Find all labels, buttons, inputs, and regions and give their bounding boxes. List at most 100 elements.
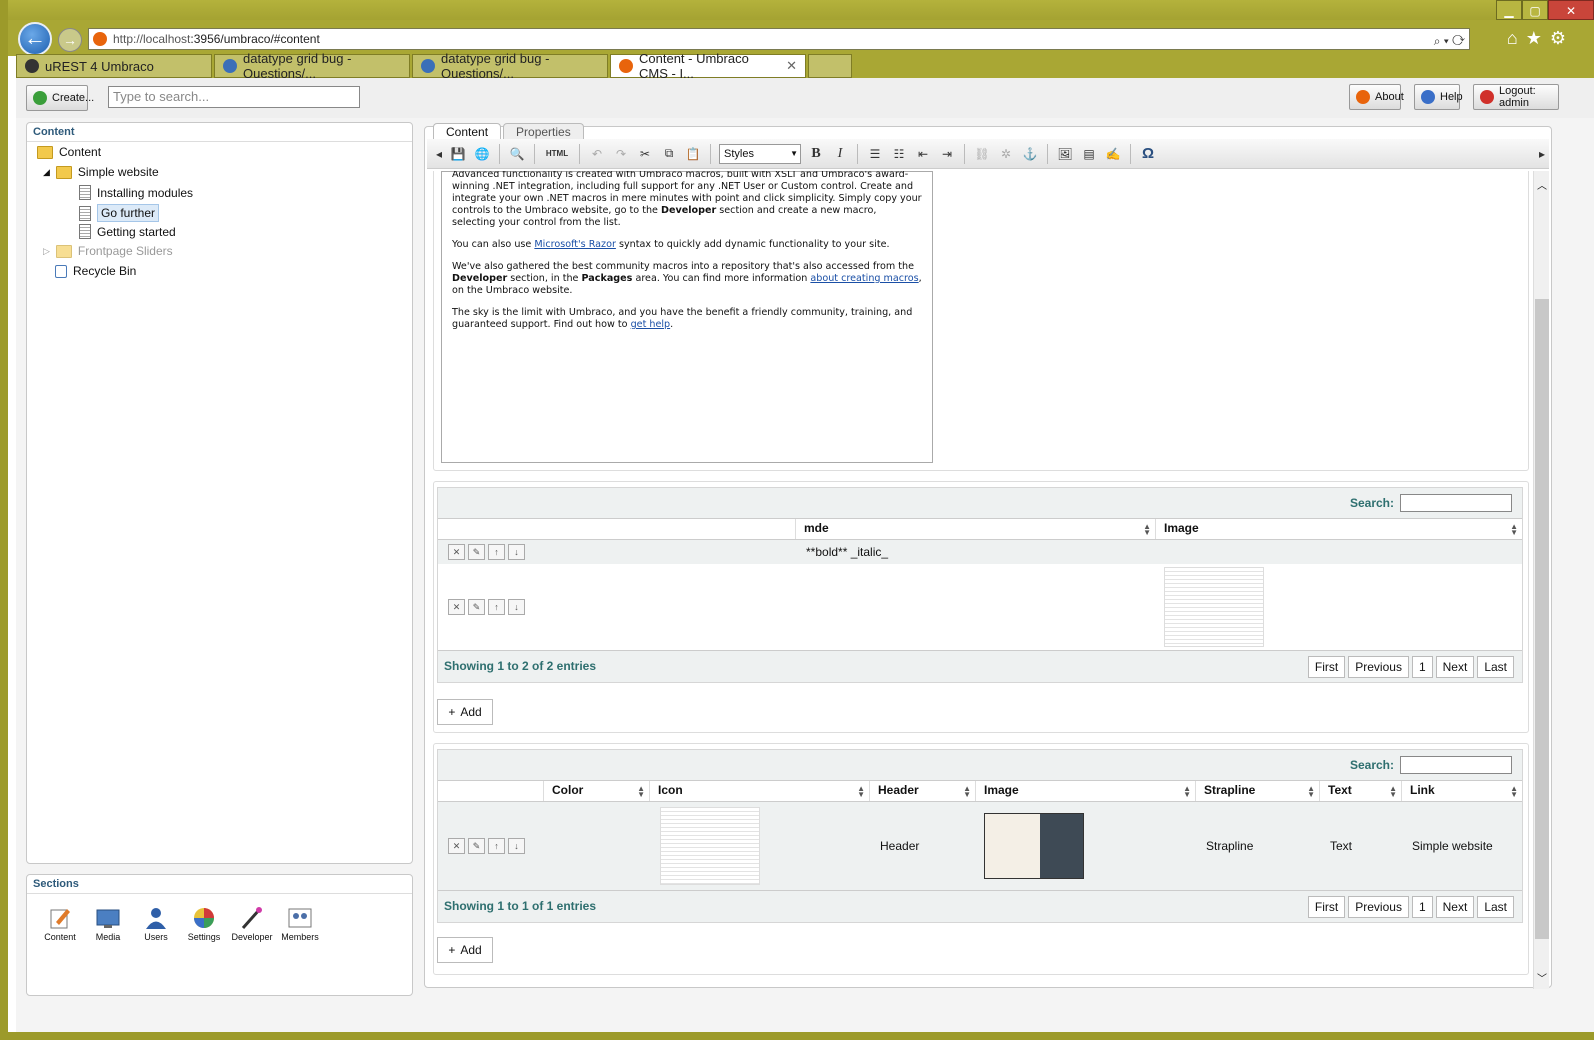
tree-node-go-further[interactable]: Go further	[79, 204, 160, 222]
html-button[interactable]: HTML	[543, 145, 571, 163]
anchor-icon[interactable]: ⚓	[1021, 145, 1039, 163]
column-link[interactable]: Link ▲ ▼	[1402, 781, 1522, 801]
paste-icon[interactable]: 📋	[684, 145, 702, 163]
pager-last[interactable]: Last	[1477, 656, 1514, 678]
logout-button[interactable]: Logout: admin	[1473, 84, 1559, 110]
add-row-button[interactable]: + Add	[437, 699, 493, 725]
image-thumbnail[interactable]	[984, 813, 1084, 879]
tree-node-recycle-bin[interactable]: Recycle Bin	[55, 264, 136, 278]
about-button[interactable]: About	[1349, 84, 1404, 110]
help-button[interactable]: Help	[1414, 84, 1463, 110]
move-up-button[interactable]: ↑	[488, 838, 505, 854]
section-content[interactable]: Content	[43, 906, 77, 942]
delete-row-button[interactable]: ✕	[448, 544, 465, 560]
insert-image-icon[interactable]: 🖼	[1056, 145, 1074, 163]
tab-content-umbraco[interactable]: Content - Umbraco CMS - I... ✕	[610, 51, 806, 81]
move-up-button[interactable]: ↑	[488, 599, 505, 615]
unlink-icon[interactable]: ✲	[997, 145, 1015, 163]
tree-node-simple-website[interactable]: ◢ Simple website	[43, 165, 159, 179]
indent-icon[interactable]: ⇥	[938, 145, 956, 163]
pager-previous[interactable]: Previous	[1348, 896, 1409, 918]
save-publish-icon[interactable]: 🌐	[473, 145, 491, 163]
column-header[interactable]: Header ▲ ▼	[870, 781, 976, 801]
forward-button[interactable]: →	[58, 28, 82, 52]
section-developer[interactable]: Developer	[231, 906, 273, 942]
link-icon[interactable]: ⛓	[973, 145, 991, 163]
column-color[interactable]: Color ▲ ▼	[544, 781, 650, 801]
gear-icon[interactable]: ⚙	[1550, 28, 1566, 49]
pager-last[interactable]: Last	[1477, 896, 1514, 918]
scrollbar-thumb[interactable]	[1535, 299, 1549, 939]
pager-next[interactable]: Next	[1435, 896, 1475, 918]
column-mde[interactable]: mde ▲ ▼	[796, 519, 1156, 539]
edit-row-button[interactable]: ✎	[468, 838, 485, 854]
icon-thumbnail[interactable]	[660, 807, 760, 885]
move-down-button[interactable]: ↓	[508, 544, 525, 560]
tree-node-installing-modules[interactable]: Installing modules	[79, 185, 193, 200]
vertical-scrollbar[interactable]: ︿ ﹀	[1533, 171, 1549, 989]
column-image[interactable]: Image ▲ ▼	[1156, 519, 1522, 539]
favorites-star-icon[interactable]: ★	[1526, 28, 1542, 49]
redo-icon[interactable]: ↷	[612, 145, 630, 163]
pager-first[interactable]: First	[1307, 896, 1346, 918]
section-users[interactable]: Users	[139, 906, 173, 942]
italic-button[interactable]: I	[831, 145, 849, 163]
column-text[interactable]: Text ▲ ▼	[1320, 781, 1402, 801]
undo-icon[interactable]: ↶	[588, 145, 606, 163]
tree-node-frontpage-sliders[interactable]: ▷ Frontpage Sliders	[43, 244, 173, 258]
copy-icon[interactable]: ⧉	[660, 145, 678, 163]
outdent-icon[interactable]: ⇤	[914, 145, 932, 163]
pager-page[interactable]: 1	[1411, 656, 1433, 678]
section-settings[interactable]: Settings	[187, 906, 221, 942]
home-icon[interactable]: ⌂	[1507, 28, 1518, 49]
pager-page[interactable]: 1	[1411, 896, 1433, 918]
add-row-button[interactable]: + Add	[437, 937, 493, 963]
pager-next[interactable]: Next	[1435, 656, 1475, 678]
delete-row-button[interactable]: ✕	[448, 838, 465, 854]
expand-arrow-icon[interactable]: ▷	[43, 246, 50, 257]
bullet-list-icon[interactable]: ☰	[866, 145, 884, 163]
section-members[interactable]: Members	[281, 906, 319, 942]
scroll-up-icon[interactable]: ︿	[1537, 177, 1547, 192]
tab-close-icon[interactable]: ✕	[786, 58, 797, 74]
collapse-arrow-icon[interactable]: ◢	[43, 167, 50, 178]
minimize-button[interactable]: ▁	[1496, 0, 1522, 20]
search-input[interactable]: Type to search...	[108, 86, 360, 108]
edit-row-button[interactable]: ✎	[468, 544, 485, 560]
cut-icon[interactable]: ✂	[636, 145, 654, 163]
move-down-button[interactable]: ↓	[508, 838, 525, 854]
toolbar-right-arrow-icon[interactable]: ▸	[1535, 145, 1549, 163]
numbered-list-icon[interactable]: ☷	[890, 145, 908, 163]
column-icon[interactable]: Icon ▲ ▼	[650, 781, 870, 801]
create-button[interactable]: Create...	[26, 85, 94, 111]
delete-row-button[interactable]: ✕	[448, 599, 465, 615]
column-strapline[interactable]: Strapline ▲ ▼	[1196, 781, 1320, 801]
save-icon[interactable]: 💾	[449, 145, 467, 163]
new-tab-button[interactable]	[808, 54, 852, 78]
tree-node-content[interactable]: Content	[37, 145, 101, 159]
toolbar-left-arrow-icon[interactable]: ◂	[435, 145, 443, 163]
scroll-down-icon[interactable]: ﹀	[1537, 970, 1547, 985]
pager-previous[interactable]: Previous	[1348, 656, 1409, 678]
address-bar[interactable]: http://localhost:3956/umbraco/#content ⌕…	[88, 28, 1470, 50]
tab-urest[interactable]: uREST 4 Umbraco	[16, 54, 212, 78]
pager-first[interactable]: First	[1307, 656, 1346, 678]
close-window-button[interactable]: ✕	[1548, 0, 1594, 20]
tab-datatype-2[interactable]: datatype grid bug - Questions/...	[412, 51, 608, 81]
styles-select[interactable]: Styles ▼	[719, 143, 801, 164]
preview-icon[interactable]: 🔍	[508, 145, 526, 163]
special-character-button[interactable]: Ω	[1139, 145, 1157, 163]
insert-form-icon[interactable]: ✍	[1104, 145, 1122, 163]
move-down-button[interactable]: ↓	[508, 599, 525, 615]
back-button[interactable]: ←	[18, 22, 52, 56]
bold-button[interactable]: B	[807, 145, 825, 163]
grid-search-input[interactable]	[1400, 756, 1512, 774]
maximize-button[interactable]: ▢	[1522, 0, 1548, 20]
insert-macro-icon[interactable]: ▤	[1080, 145, 1098, 163]
tab-datatype-1[interactable]: datatype grid bug - Questions/...	[214, 51, 410, 81]
grid-search-input[interactable]	[1400, 494, 1512, 512]
move-up-button[interactable]: ↑	[488, 544, 505, 560]
edit-row-button[interactable]: ✎	[468, 599, 485, 615]
section-media[interactable]: Media	[91, 906, 125, 942]
image-thumbnail[interactable]	[1164, 567, 1264, 647]
